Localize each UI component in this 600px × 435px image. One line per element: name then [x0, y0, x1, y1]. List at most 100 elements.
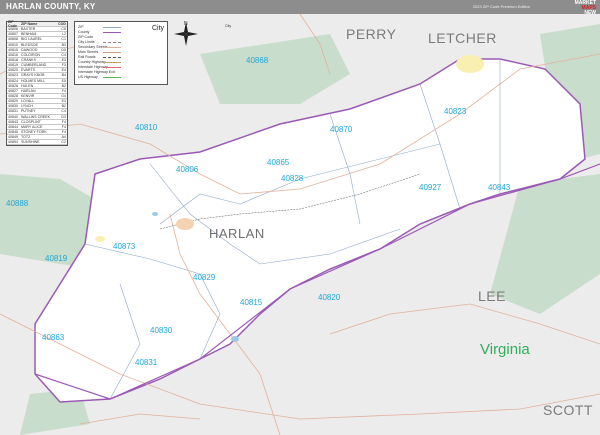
zip-label: 40828 [281, 174, 304, 183]
zip-code-cell: 40820 [8, 68, 18, 73]
legend-item: Rail Roads [78, 55, 96, 59]
zip-code-cell: 40818 [8, 58, 18, 63]
zip-name-cell: MARY ALICE [21, 124, 43, 129]
legend-swatch [103, 42, 121, 43]
zip-grid-cell: B4 [61, 73, 66, 78]
zip-name-cell: COLDIRON [21, 52, 40, 57]
zip-code-cell: 40824 [8, 78, 18, 83]
zip-grid-cell: C5 [61, 27, 66, 32]
legend-city-label: City [225, 24, 232, 28]
zip-code-cell: 40843 [8, 119, 18, 124]
zip-grid-cell: B2 [61, 83, 66, 88]
city-harlan-area [176, 218, 194, 230]
zip-code-cell: 40815 [8, 47, 18, 52]
zip-code-cell: 40826 [8, 83, 18, 88]
zip-label: 40820 [318, 293, 341, 302]
zip-label: 40810 [135, 123, 158, 132]
zip-name-cell: HARLAN [21, 88, 36, 93]
zip-label: 40863 [42, 333, 65, 342]
zip-code-cell: 40806 [8, 27, 18, 32]
zip-grid-cell: E3 [61, 99, 66, 104]
zip-code-cell: 40819 [8, 63, 18, 68]
compass-north-label: N [184, 21, 188, 27]
zip-name-cell: BAXTER [21, 27, 36, 32]
zip-grid-cell: E3 [61, 58, 66, 63]
zip-grid-cell: F4 [61, 130, 66, 135]
zip-code-cell: 40829 [8, 99, 18, 104]
region-label-perry: PERRY [346, 26, 397, 42]
zip-name-cell: HOLMES MILL [21, 78, 46, 83]
zip-grid-cell: C1 [61, 37, 66, 42]
zip-label: 40823 [444, 107, 467, 116]
zip-code-cell: 40844 [8, 124, 18, 129]
legend-swatch [103, 57, 121, 58]
zip-grid-cell: D5 [61, 47, 66, 52]
zip-name-cell: SUNSHINE [21, 140, 40, 145]
zip-table-header-cod: COD [58, 22, 66, 27]
zip-label: 40819 [45, 254, 68, 263]
zip-name-cell: TOTZ [21, 135, 31, 140]
zip-grid-cell: L2 [62, 32, 66, 37]
zip-name-cell: KENVIR [21, 94, 35, 99]
zip-label: 40865 [267, 158, 290, 167]
region-label-letcher: LETCHER [428, 30, 497, 46]
zip-grid-cell: F3 [61, 63, 66, 68]
zip-name-cell: CAWOOD [21, 47, 38, 52]
zip-name-cell: BLEDSOE [21, 42, 38, 47]
zip-index-table: ZIP Code ZIP Name COD 40806 BAXTER C5 40807… [6, 20, 68, 147]
zip-name-cell: CRANKS [21, 58, 36, 63]
state-label-virginia: Virginia [480, 341, 530, 358]
zip-label: 40927 [419, 183, 442, 192]
region-label-lee: LEE [478, 288, 506, 304]
zip-name-cell: PUTNEY [21, 109, 36, 114]
zip-name-cell: WALLINS CREEK [21, 114, 51, 119]
zip-name-cell: LOYALL [21, 99, 35, 104]
zip-code-cell: 40831 [8, 109, 18, 114]
zip-label: 40831 [135, 358, 158, 367]
zip-grid-cell: C4 [61, 109, 66, 114]
zip-code-cell: 40854 [8, 140, 18, 145]
city-sample-label: City [152, 25, 165, 32]
zip-name-cell: BIG LAUREL [21, 37, 43, 42]
legend-swatch [103, 27, 121, 28]
zip-name-cell: CLOSPLINT [21, 119, 41, 124]
map-frame: { "header": { "title": "HARLAN COUNTY, K… [0, 0, 600, 435]
zip-code-cell: 40849 [8, 135, 18, 140]
zip-code-cell: 40828 [8, 94, 18, 99]
zip-grid-cell: C4 [61, 52, 66, 57]
legend-item: US Highway [78, 75, 98, 79]
zip-grid-cell: D3 [61, 114, 66, 119]
zip-label: 40888 [6, 199, 29, 208]
zip-grid-cell: C2 [61, 140, 66, 145]
legend-item: ZIP Code [78, 35, 94, 39]
city-cumberland-area [456, 55, 484, 73]
zip-grid-cell: E4 [61, 68, 66, 73]
zip-label: 40843 [488, 183, 511, 192]
zip-table-header-name: ZIP Name [21, 22, 38, 27]
legend-swatch [103, 77, 121, 78]
edition-note: 2023 ZIP Code Premium Edition [472, 4, 530, 9]
zip-grid-cell: B2 [61, 104, 66, 109]
zip-code-cell: 40816 [8, 52, 18, 57]
zip-grid-cell: G4 [61, 94, 66, 99]
zip-label: 40868 [246, 56, 269, 65]
legend-swatch [103, 62, 121, 63]
legend-swatch [103, 47, 121, 48]
zip-name-cell: BENHAM [21, 32, 37, 37]
legend-item: Country Highway [78, 60, 106, 64]
title-bar: HARLAN COUNTY, KY 2023 ZIP Code Premium … [0, 0, 600, 16]
legend-swatch [103, 52, 121, 53]
zip-grid-cell: A4 [61, 135, 66, 140]
legend-item: County [78, 30, 90, 34]
zip-label: 40806 [176, 165, 199, 174]
zip-code-cell: 40840 [8, 114, 18, 119]
legend-swatch [103, 32, 121, 33]
zip-name-cell: EVARTS [21, 68, 36, 73]
zip-code-cell: 40823 [8, 73, 18, 78]
legend-item: Main Streets [78, 50, 99, 54]
lake-icon [152, 212, 158, 216]
zip-name-cell: HULEN [21, 83, 34, 88]
city-lynch-area [95, 236, 105, 242]
lake-icon [231, 336, 239, 342]
legend-item: City Limits [78, 40, 95, 44]
